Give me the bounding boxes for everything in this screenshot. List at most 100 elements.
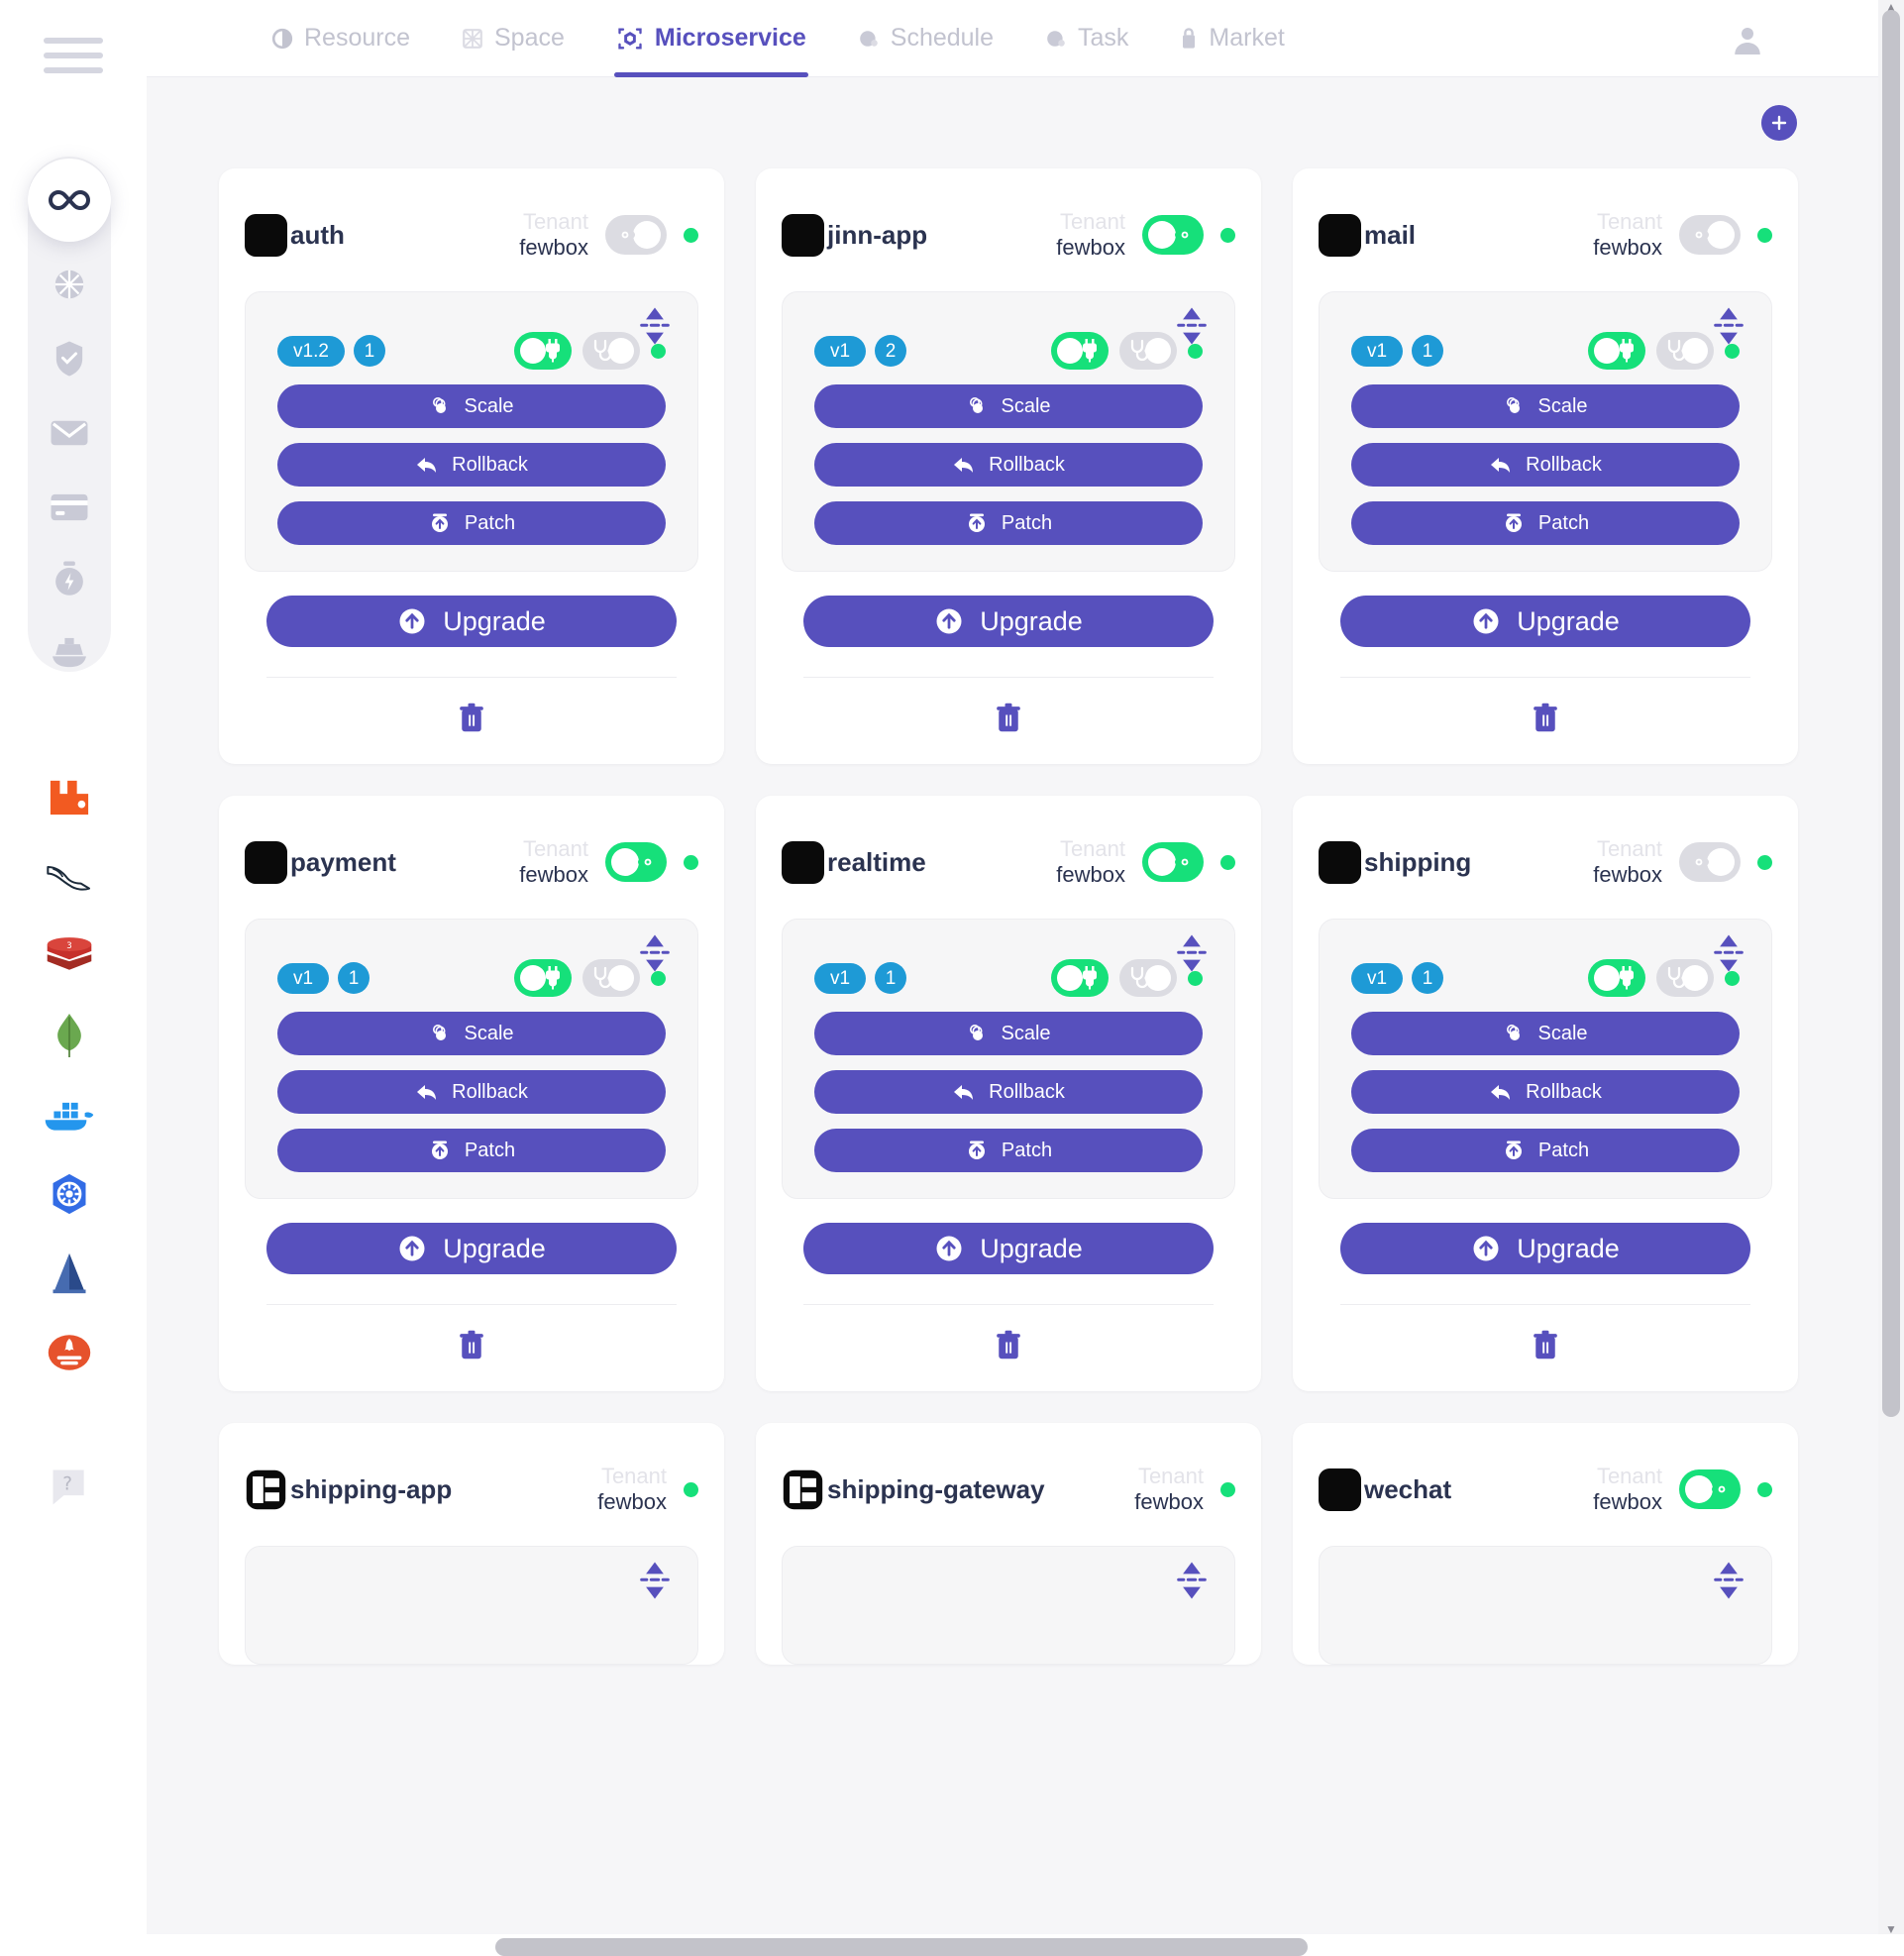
version-badge[interactable]: v1 [814,335,867,367]
vertical-scrollbar[interactable]: ▲ ▼ [1878,0,1904,1956]
rollback-button[interactable]: Rollback [814,443,1203,487]
sort-button[interactable] [1177,1561,1207,1599]
version-badge[interactable]: v1 [1351,962,1404,994]
rollback-button[interactable]: Rollback [1351,443,1740,487]
health-toggle[interactable] [1119,959,1177,997]
sidebar-item-kubernetes[interactable] [40,1164,99,1224]
upgrade-button[interactable]: Upgrade [266,596,677,647]
visibility-toggle[interactable] [1679,842,1741,882]
patch-button[interactable]: Patch [277,501,666,545]
tab-microservice[interactable]: Microservice [590,0,832,77]
visibility-toggle[interactable] [1679,215,1741,255]
delete-button[interactable] [1532,1330,1559,1366]
sidebar-item-scheduler[interactable] [28,547,111,610]
scale-button[interactable]: Scale [1351,384,1740,428]
delete-button[interactable] [458,1330,485,1366]
patch-button[interactable]: Patch [1351,501,1740,545]
rollback-button[interactable]: Rollback [277,1070,666,1114]
upgrade-button[interactable]: Upgrade [1340,1223,1750,1274]
replica-count-badge[interactable]: 2 [875,335,907,367]
plug-toggle[interactable] [514,959,572,997]
sidebar-item-infinity[interactable] [28,159,111,242]
sidebar-item-ship[interactable] [28,619,111,683]
sidebar-item-mongodb[interactable] [40,1006,99,1065]
delete-button[interactable] [1532,703,1559,739]
sidebar-item-redis[interactable]: 3 [40,926,99,986]
avatar[interactable] [1726,18,1769,61]
horizontal-scroll-thumb[interactable] [495,1938,1308,1956]
upgrade-button[interactable]: Upgrade [803,1223,1214,1274]
sort-button[interactable] [640,306,670,345]
sort-button[interactable] [1714,933,1744,972]
sidebar-item-globe-grid[interactable] [28,253,111,316]
horizontal-scrollbar[interactable] [0,1934,1904,1956]
replica-count-badge[interactable]: 1 [353,335,385,367]
sort-button[interactable] [640,933,670,972]
visibility-toggle[interactable] [1679,1469,1741,1509]
tab-task[interactable]: Task [1019,0,1154,77]
sort-button[interactable] [640,1561,670,1599]
patch-button[interactable]: Patch [814,501,1203,545]
patch-button[interactable]: Patch [814,1129,1203,1172]
version-badge[interactable]: v1.2 [277,335,345,367]
plug-toggle[interactable] [1051,332,1109,370]
version-badge[interactable]: v1 [1351,335,1404,367]
visibility-toggle[interactable] [605,842,667,882]
scale-button[interactable]: Scale [277,1012,666,1055]
replica-count-badge[interactable]: 1 [875,962,907,994]
replica-count-badge[interactable]: 1 [1412,335,1444,367]
sidebar-item-prometheus[interactable] [40,1323,99,1382]
visibility-toggle[interactable] [605,215,667,255]
delete-button[interactable] [995,1330,1022,1366]
scale-button[interactable]: Scale [1351,1012,1740,1055]
rollback-button[interactable]: Rollback [814,1070,1203,1114]
sort-button[interactable] [1714,1561,1744,1599]
add-microservice-button[interactable] [1761,105,1797,141]
scale-button[interactable]: Scale [814,1012,1203,1055]
tab-space[interactable]: Space [436,0,590,77]
version-badge[interactable]: v1 [814,962,867,994]
sidebar-item-shield-check[interactable] [28,327,111,390]
sort-button[interactable] [1177,306,1207,345]
health-toggle[interactable] [1119,332,1177,370]
scale-button[interactable]: Scale [814,384,1203,428]
version-badge[interactable]: v1 [277,962,330,994]
plug-toggle[interactable] [1051,959,1109,997]
plug-toggle[interactable] [514,332,572,370]
replica-count-badge[interactable]: 1 [1412,962,1444,994]
upgrade-button[interactable]: Upgrade [803,596,1214,647]
health-toggle[interactable] [1656,332,1714,370]
sidebar-item-mysql[interactable] [40,847,99,907]
health-toggle[interactable] [1656,959,1714,997]
visibility-toggle[interactable] [1142,842,1204,882]
plug-toggle[interactable] [1588,332,1645,370]
upgrade-button[interactable]: Upgrade [1340,596,1750,647]
tab-resource[interactable]: Resource [246,0,436,77]
patch-button[interactable]: Patch [277,1129,666,1172]
sidebar-item-help[interactable]: ? [40,1457,99,1516]
health-toggle[interactable] [582,959,640,997]
sidebar-item-docker[interactable] [40,1085,99,1144]
tab-market[interactable]: Market [1154,0,1310,77]
upgrade-button[interactable]: Upgrade [266,1223,677,1274]
health-toggle[interactable] [582,332,640,370]
tenant-label: Tenant [600,1464,667,1489]
tab-schedule[interactable]: Schedule [832,0,1019,77]
hamburger-menu-icon[interactable] [44,38,103,73]
sort-button[interactable] [1177,933,1207,972]
replica-count-badge[interactable]: 1 [338,962,370,994]
sidebar-item-rabbitmq[interactable] [40,768,99,827]
rollback-button[interactable]: Rollback [277,443,666,487]
rollback-button[interactable]: Rollback [1351,1070,1740,1114]
sidebar-item-billing[interactable] [28,476,111,539]
scroll-thumb[interactable] [1882,10,1900,1417]
sidebar-item-mail[interactable] [28,401,111,465]
scale-button[interactable]: Scale [277,384,666,428]
delete-button[interactable] [995,703,1022,739]
patch-button[interactable]: Patch [1351,1129,1740,1172]
sort-button[interactable] [1714,306,1744,345]
delete-button[interactable] [458,703,485,739]
visibility-toggle[interactable] [1142,215,1204,255]
sidebar-item-istio[interactable] [40,1244,99,1303]
plug-toggle[interactable] [1588,959,1645,997]
